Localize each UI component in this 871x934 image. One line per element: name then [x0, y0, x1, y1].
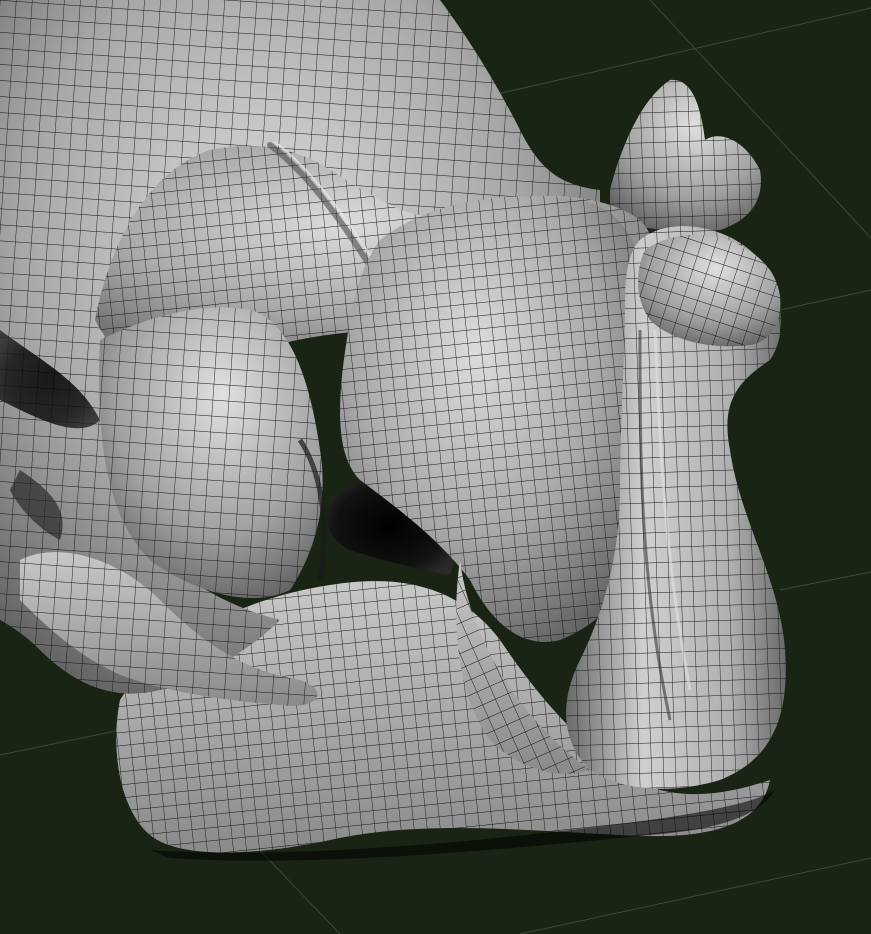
- viewport-canvas[interactable]: [0, 0, 871, 934]
- mesh-ear: [610, 79, 761, 232]
- 3d-viewport[interactable]: [0, 0, 871, 934]
